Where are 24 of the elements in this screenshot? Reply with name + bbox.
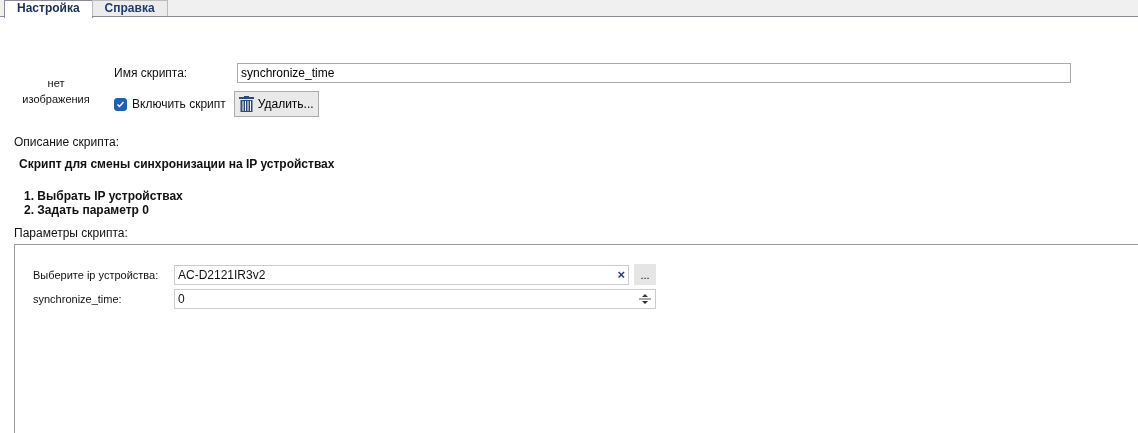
description-step: 2. Задать параметр 0 xyxy=(24,203,1138,217)
browse-button[interactable]: ... xyxy=(634,264,656,285)
number-field[interactable]: 0 xyxy=(174,289,656,309)
parameter-label: Выберите ip устройства: xyxy=(33,268,160,281)
spinner-icon[interactable] xyxy=(638,292,652,306)
field-value: AC-D2121IR3v2 xyxy=(178,267,266,282)
checkbox-label: Включить скрипт xyxy=(132,97,226,111)
section-label: Описание скрипта: xyxy=(13,134,121,149)
input-field[interactable]: synchronize_time xyxy=(237,63,1071,83)
device-field[interactable]: AC-D2121IR3v2 × xyxy=(174,264,629,285)
description-step: 1. Выбрать IP устройствах xyxy=(24,189,1138,203)
tab[interactable]: Справка xyxy=(91,0,168,16)
section-label: Параметры скрипта: xyxy=(14,226,129,240)
field-value: 0 xyxy=(178,292,185,306)
description-title: Скрипт для смены синхронизации на IP устройствах xyxy=(19,157,336,171)
checkbox[interactable] xyxy=(114,97,127,111)
clear-button[interactable]: × xyxy=(617,267,625,282)
field-label: Имя скрипта: xyxy=(114,66,189,80)
delete-button[interactable]: Удалить... xyxy=(233,91,319,117)
parameter-label: synchronize_time: xyxy=(33,293,123,305)
trash-icon xyxy=(238,96,254,112)
image-placeholder-text: нет изображения xyxy=(21,76,91,107)
tick-icon xyxy=(116,99,125,109)
tab[interactable]: Настройка xyxy=(4,0,93,18)
